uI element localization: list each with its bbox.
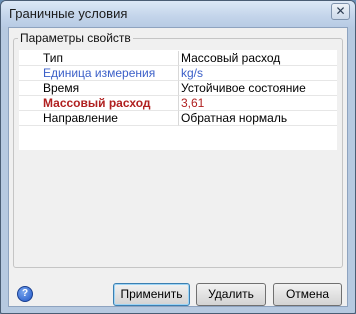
property-value[interactable]: kg/s bbox=[181, 66, 203, 81]
close-button[interactable]: ✕ bbox=[331, 3, 350, 20]
property-value[interactable]: Обратная нормаль bbox=[181, 111, 287, 126]
dialog-client-area: Параметры свойств Тип Массовый расход Ед… bbox=[8, 27, 348, 307]
close-icon: ✕ bbox=[335, 4, 346, 18]
group-label: Параметры свойств bbox=[18, 31, 133, 45]
apply-button[interactable]: Применить bbox=[113, 283, 190, 306]
property-name: Массовый расход bbox=[43, 96, 151, 110]
property-row-unit[interactable]: Единица измерения kg/s bbox=[19, 66, 337, 81]
property-name: Направление bbox=[43, 111, 118, 125]
property-value[interactable]: Массовый расход bbox=[181, 51, 280, 66]
property-value[interactable]: Устойчивое состояние bbox=[181, 81, 306, 96]
help-icon[interactable]: ? bbox=[17, 286, 33, 302]
dialog-window: Граничные условия ✕ Параметры свойств Ти… bbox=[0, 0, 356, 314]
property-value[interactable]: 3,61 bbox=[181, 96, 204, 111]
property-row-type[interactable]: Тип Массовый расход bbox=[19, 51, 337, 66]
properties-group: Параметры свойств Тип Массовый расход Ед… bbox=[13, 31, 343, 268]
title-bar[interactable]: Граничные условия ✕ bbox=[1, 1, 355, 27]
property-grid: Тип Массовый расход Единица измерения kg… bbox=[19, 50, 337, 150]
delete-button[interactable]: Удалить bbox=[196, 283, 266, 306]
property-name: Единица измерения bbox=[43, 66, 156, 80]
property-row-direction[interactable]: Направление Обратная нормаль bbox=[19, 111, 337, 126]
window-title: Граничные условия bbox=[9, 6, 128, 21]
property-name: Тип bbox=[43, 51, 64, 65]
property-name: Время bbox=[43, 81, 80, 95]
cancel-button[interactable]: Отмена bbox=[273, 283, 342, 306]
property-row-mass-flow[interactable]: Массовый расход 3,61 bbox=[19, 96, 337, 111]
property-row-time[interactable]: Время Устойчивое состояние bbox=[19, 81, 337, 96]
